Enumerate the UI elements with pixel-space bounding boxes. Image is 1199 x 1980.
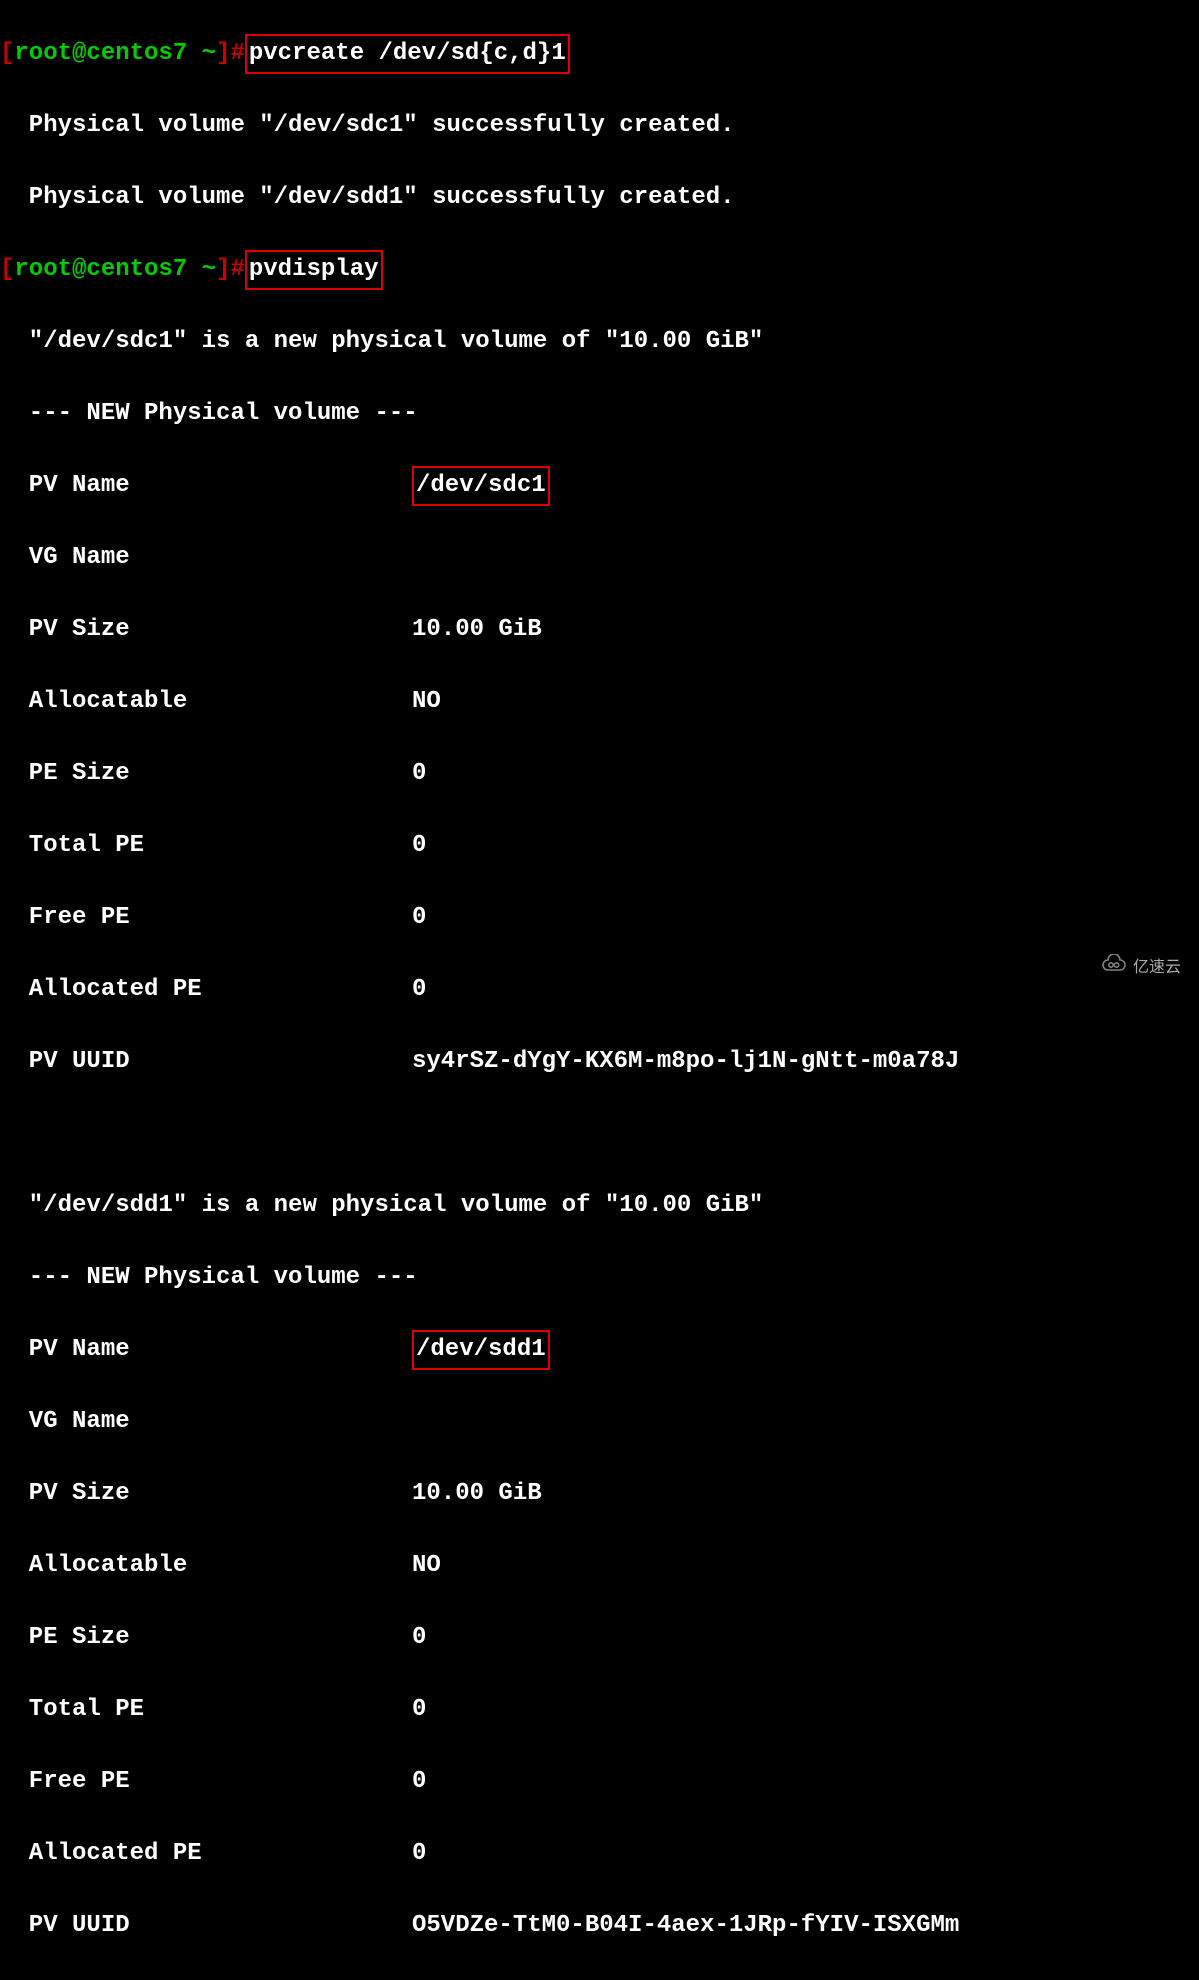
pv-size-value: 10.00 GiB xyxy=(412,1480,542,1507)
watermark: 亿速云 xyxy=(1101,950,1181,986)
prompt-host: centos7 xyxy=(86,40,187,67)
pv1-row-alloc: Allocatable NO xyxy=(0,684,1199,720)
alloc-pe-value: 0 xyxy=(412,976,426,1003)
pv2-header: "/dev/sdd1" is a new physical volume of … xyxy=(0,1188,1199,1224)
prompt-hash: # xyxy=(230,40,244,67)
prompt-line-2[interactable]: [root@centos7 ~]#pvdisplay xyxy=(0,252,1199,288)
total-pe-value: 0 xyxy=(412,832,426,859)
allocatable-value: NO xyxy=(412,1552,441,1579)
terminal-output: [root@centos7 ~]#pvcreate /dev/sd{c,d}1 … xyxy=(0,0,1199,1980)
pv1-header: "/dev/sdc1" is a new physical volume of … xyxy=(0,324,1199,360)
pv2-row-uuid: PV UUID O5VDZe-TtM0-B04I-4aex-1JRp-fYIV-I… xyxy=(0,1908,1199,1944)
pv2-row-name: PV Name/dev/sdd1 xyxy=(0,1332,1199,1368)
pv-uuid-value: O5VDZe-TtM0-B04I-4aex-1JRp-fYIV-ISXGMm xyxy=(412,1912,959,1939)
pv2-sep: --- NEW Physical volume --- xyxy=(0,1260,1199,1296)
pv2-row-alloc-pe: Allocated PE 0 xyxy=(0,1836,1199,1872)
pv1-row-alloc-pe: Allocated PE 0 xyxy=(0,972,1199,1008)
blank-line xyxy=(0,1116,1199,1152)
pv-size-label: PV Size xyxy=(0,1476,368,1512)
total-pe-label: Total PE xyxy=(0,828,368,864)
total-pe-value: 0 xyxy=(412,1696,426,1723)
cmd-pvcreate: pvcreate /dev/sd{c,d}1 xyxy=(245,34,570,74)
pv2-row-alloc: Allocatable NO xyxy=(0,1548,1199,1584)
prompt-user: root xyxy=(14,40,72,67)
pv-uuid-label: PV UUID xyxy=(0,1908,368,1944)
pv1-sep: --- NEW Physical volume --- xyxy=(0,396,1199,432)
allocatable-value: NO xyxy=(412,688,441,715)
pv1-row-pe-size: PE Size 0 xyxy=(0,756,1199,792)
free-pe-label: Free PE xyxy=(0,1764,368,1800)
pe-size-label: PE Size xyxy=(0,1620,368,1656)
pv-name-value: /dev/sdc1 xyxy=(412,466,550,506)
cloud-icon xyxy=(1101,950,1127,986)
prompt-path: ~ xyxy=(202,40,216,67)
pv1-row-name: PV Name/dev/sdc1 xyxy=(0,468,1199,504)
prompt-at: @ xyxy=(72,256,86,283)
vg-name-label: VG Name xyxy=(0,1404,368,1440)
pv-size-label: PV Size xyxy=(0,612,368,648)
free-pe-value: 0 xyxy=(412,1768,426,1795)
pv2-row-total-pe: Total PE 0 xyxy=(0,1692,1199,1728)
prompt-line-1[interactable]: [root@centos7 ~]#pvcreate /dev/sd{c,d}1 xyxy=(0,36,1199,72)
prompt-host: centos7 xyxy=(86,256,187,283)
allocatable-label: Allocatable xyxy=(0,684,368,720)
free-pe-label: Free PE xyxy=(0,900,368,936)
prompt-bracket-close: ] xyxy=(216,256,230,283)
alloc-pe-label: Allocated PE xyxy=(0,1836,368,1872)
pe-size-value: 0 xyxy=(412,1624,426,1651)
pv-name-value: /dev/sdd1 xyxy=(412,1330,550,1370)
prompt-at: @ xyxy=(72,40,86,67)
alloc-pe-value: 0 xyxy=(412,1840,426,1867)
pv1-row-size: PV Size 10.00 GiB xyxy=(0,612,1199,648)
pv-uuid-value: sy4rSZ-dYgY-KX6M-m8po-lj1N-gNtt-m0a78J xyxy=(412,1048,959,1075)
prompt-bracket-open: [ xyxy=(0,40,14,67)
prompt-hash: # xyxy=(230,256,244,283)
pv-size-value: 10.00 GiB xyxy=(412,616,542,643)
allocatable-label: Allocatable xyxy=(0,1548,368,1584)
output-line: Physical volume "/dev/sdd1" successfully… xyxy=(0,180,1199,216)
prompt-bracket-close: ] xyxy=(216,40,230,67)
pv2-row-vg: VG Name xyxy=(0,1404,1199,1440)
pv2-row-free-pe: Free PE 0 xyxy=(0,1764,1199,1800)
watermark-text: 亿速云 xyxy=(1133,950,1181,986)
prompt-path: ~ xyxy=(202,256,216,283)
pv1-row-vg: VG Name xyxy=(0,540,1199,576)
pe-size-value: 0 xyxy=(412,760,426,787)
pv1-row-uuid: PV UUID sy4rSZ-dYgY-KX6M-m8po-lj1N-gNtt-m… xyxy=(0,1044,1199,1080)
pv1-row-total-pe: Total PE 0 xyxy=(0,828,1199,864)
total-pe-label: Total PE xyxy=(0,1692,368,1728)
free-pe-value: 0 xyxy=(412,904,426,931)
pe-size-label: PE Size xyxy=(0,756,368,792)
cmd-pvdisplay: pvdisplay xyxy=(245,250,383,290)
pv2-row-pe-size: PE Size 0 xyxy=(0,1620,1199,1656)
vg-name-label: VG Name xyxy=(0,540,368,576)
pv1-row-free-pe: Free PE 0 xyxy=(0,900,1199,936)
pv-name-label: PV Name xyxy=(0,1332,368,1368)
pv-uuid-label: PV UUID xyxy=(0,1044,368,1080)
pv-name-label: PV Name xyxy=(0,468,368,504)
prompt-bracket-open: [ xyxy=(0,256,14,283)
pv2-row-size: PV Size 10.00 GiB xyxy=(0,1476,1199,1512)
alloc-pe-label: Allocated PE xyxy=(0,972,368,1008)
output-line: Physical volume "/dev/sdc1" successfully… xyxy=(0,108,1199,144)
prompt-user: root xyxy=(14,256,72,283)
